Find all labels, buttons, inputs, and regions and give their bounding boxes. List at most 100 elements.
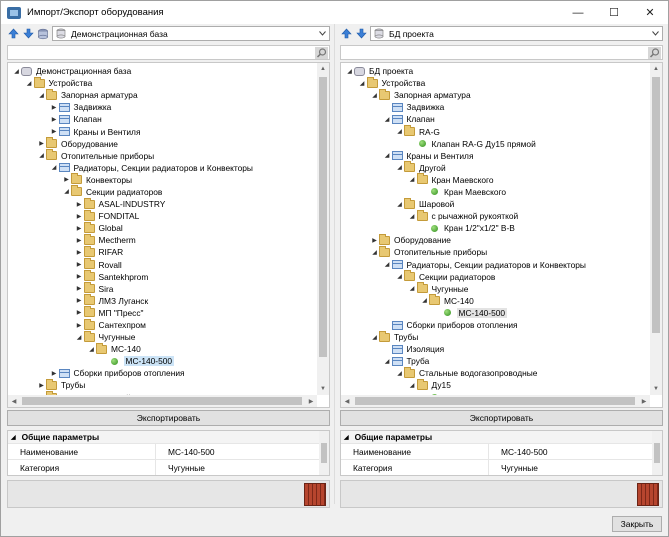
tree-node[interactable]: Сборки приборов отопления xyxy=(341,319,650,331)
tree-node[interactable]: Задвижка xyxy=(341,101,650,113)
scroll-left-icon[interactable]: ◀ xyxy=(341,395,353,407)
tree-node[interactable]: ◢ Отопительные приборы xyxy=(341,245,650,258)
expanded-arrow-icon[interactable]: ◢ xyxy=(62,188,71,195)
collapsed-arrow-icon[interactable]: ▶ xyxy=(50,104,59,111)
tree-node[interactable]: Кран 1/2"х1/2" В-В xyxy=(341,222,650,234)
tree-node[interactable]: ▶ Трубы xyxy=(8,378,317,391)
scroll-up-icon[interactable]: ▲ xyxy=(317,63,329,75)
expanded-arrow-icon[interactable]: ◢ xyxy=(345,68,354,75)
expanded-arrow-icon[interactable]: ◢ xyxy=(408,213,417,220)
collapsed-arrow-icon[interactable]: ▶ xyxy=(75,237,84,244)
tree-node[interactable]: ▶ Global xyxy=(8,221,317,234)
tree-node[interactable]: ◢ Отопительные приборы xyxy=(8,149,317,162)
tree-node[interactable]: ◢ Устройства xyxy=(8,76,317,89)
expanded-arrow-icon[interactable]: ◢ xyxy=(370,249,379,256)
collapsed-arrow-icon[interactable]: ▶ xyxy=(75,322,84,329)
arrow-down-icon[interactable] xyxy=(355,28,367,40)
tree-node[interactable]: МС-140-500 xyxy=(8,355,317,367)
tree-node[interactable]: ◢ Устройства xyxy=(341,76,650,89)
props-row[interactable]: Категория Чугунные xyxy=(341,459,662,475)
database-settings-icon[interactable] xyxy=(37,28,49,40)
close-window-button[interactable]: ✕ xyxy=(632,1,668,24)
right-tree-vscroll-thumb[interactable] xyxy=(652,77,660,333)
collapse-triangle-icon[interactable]: ◢ xyxy=(344,434,349,441)
tree-node[interactable]: ◢ Чугунные xyxy=(8,330,317,343)
tree-node[interactable]: ◢ Запорная арматура xyxy=(8,88,317,101)
expanded-arrow-icon[interactable]: ◢ xyxy=(395,201,404,208)
expanded-arrow-icon[interactable]: ◢ xyxy=(395,370,404,377)
tree-node[interactable]: ▶ Оборудование xyxy=(341,233,650,246)
scroll-down-icon[interactable]: ▼ xyxy=(317,383,329,395)
tree-node[interactable]: ▶ Краны и Вентиля xyxy=(8,125,317,137)
collapsed-arrow-icon[interactable]: ▶ xyxy=(50,370,59,377)
minimize-button[interactable]: — xyxy=(560,1,596,24)
arrow-down-icon[interactable] xyxy=(22,28,34,40)
tree-node[interactable]: ◢ Радиаторы, Секции радиаторов и Конвекто… xyxy=(8,162,317,174)
tree-node[interactable]: Клапан RA-G Ду15 прямой xyxy=(341,138,650,150)
right-props-scrollbar[interactable] xyxy=(652,431,662,475)
collapsed-arrow-icon[interactable]: ▶ xyxy=(75,297,84,304)
tree-node[interactable]: ◢ Трубы xyxy=(341,330,650,343)
right-props-header[interactable]: ◢ Общие параметры xyxy=(341,431,662,443)
left-tree-hscrollbar[interactable]: ◀ ▶ xyxy=(8,395,317,407)
close-button[interactable]: Закрыть xyxy=(612,516,662,532)
left-tree[interactable]: ◢ Демонстрационная база ◢ Устройства ◢ Запорн… xyxy=(7,62,330,408)
tree-node[interactable]: ▶ ASAL-INDUSTRY xyxy=(8,197,317,210)
tree-node[interactable]: ◢ Секции радиаторов xyxy=(341,270,650,283)
arrow-up-icon[interactable] xyxy=(7,28,19,40)
tree-node[interactable]: ▶ Задвижка xyxy=(8,101,317,113)
props-row[interactable]: Категория Чугунные xyxy=(8,459,329,475)
tree-node[interactable]: ▶ Оборудование xyxy=(8,137,317,150)
tree-node[interactable]: ◢ Краны и Вентиля xyxy=(341,150,650,162)
tree-node[interactable]: ◢ Ду15 xyxy=(341,378,650,391)
collapsed-arrow-icon[interactable]: ▶ xyxy=(75,213,84,220)
tree-node[interactable]: ▶ Сборки приборов отопления xyxy=(8,367,317,379)
tree-node[interactable]: ▶ Sira xyxy=(8,282,317,295)
right-export-button[interactable]: Экспортировать xyxy=(340,410,663,426)
tree-node[interactable]: ▶ Mectherm xyxy=(8,233,317,246)
expanded-arrow-icon[interactable]: ◢ xyxy=(12,68,21,75)
tree-node[interactable]: ◢ Демонстрационная база xyxy=(8,65,317,77)
left-props-scrollbar[interactable] xyxy=(319,431,329,475)
expanded-arrow-icon[interactable]: ◢ xyxy=(370,334,379,341)
scroll-up-icon[interactable]: ▲ xyxy=(650,63,662,75)
tree-node[interactable]: ▶ Santekhprom xyxy=(8,270,317,283)
right-database-select[interactable]: БД проекта xyxy=(370,26,663,41)
right-tree-hscroll-thumb[interactable] xyxy=(355,397,635,405)
tree-node[interactable]: ◢ с рычажной рукояткой xyxy=(341,209,650,222)
scroll-right-icon[interactable]: ▶ xyxy=(305,395,317,407)
left-export-button[interactable]: Экспортировать xyxy=(7,410,330,426)
expanded-arrow-icon[interactable]: ◢ xyxy=(395,128,404,135)
collapsed-arrow-icon[interactable]: ▶ xyxy=(75,309,84,316)
expanded-arrow-icon[interactable]: ◢ xyxy=(87,346,96,353)
expanded-arrow-icon[interactable]: ◢ xyxy=(25,80,34,87)
collapsed-arrow-icon[interactable]: ▶ xyxy=(75,273,84,280)
collapsed-arrow-icon[interactable]: ▶ xyxy=(50,116,59,123)
collapsed-arrow-icon[interactable]: ▶ xyxy=(75,261,84,268)
collapsed-arrow-icon[interactable]: ▶ xyxy=(50,128,59,135)
left-tree-vscrollbar[interactable]: ▲ ▼ xyxy=(317,63,329,395)
expanded-arrow-icon[interactable]: ◢ xyxy=(75,334,84,341)
tree-node[interactable]: ◢ Запорная арматура xyxy=(341,88,650,101)
collapsed-arrow-icon[interactable]: ▶ xyxy=(75,201,84,208)
left-tree-hscroll-thumb[interactable] xyxy=(22,397,302,405)
left-tree-vscroll-thumb[interactable] xyxy=(319,77,327,357)
right-tree[interactable]: ◢ БД проекта ◢ Устройства ◢ Запорная арматура… xyxy=(340,62,663,408)
tree-node[interactable]: ▶ Rovall xyxy=(8,258,317,271)
expanded-arrow-icon[interactable]: ◢ xyxy=(408,176,417,183)
tree-node[interactable]: ▶ Клапан xyxy=(8,113,317,125)
expanded-arrow-icon[interactable]: ◢ xyxy=(420,297,429,304)
tree-node[interactable]: ◢ Чугунные xyxy=(341,282,650,295)
panel-splitter[interactable] xyxy=(334,24,335,504)
tree-node[interactable]: ◢ БД проекта xyxy=(341,65,650,77)
tree-node[interactable]: ◢ Стальные водогазопроводные xyxy=(341,366,650,379)
expanded-arrow-icon[interactable]: ◢ xyxy=(383,152,392,159)
left-database-select[interactable]: Демонстрационная база xyxy=(52,26,330,41)
tree-node[interactable]: ▶ МП "Пресс" xyxy=(8,306,317,319)
right-tree-hscrollbar[interactable]: ◀ ▶ xyxy=(341,395,650,407)
expanded-arrow-icon[interactable]: ◢ xyxy=(408,285,417,292)
search-icon[interactable] xyxy=(648,47,661,59)
tree-node[interactable]: ▶ Сантехпром xyxy=(8,318,317,331)
search-icon[interactable] xyxy=(315,47,328,59)
props-row[interactable]: Наименование МС-140-500 xyxy=(8,443,329,459)
